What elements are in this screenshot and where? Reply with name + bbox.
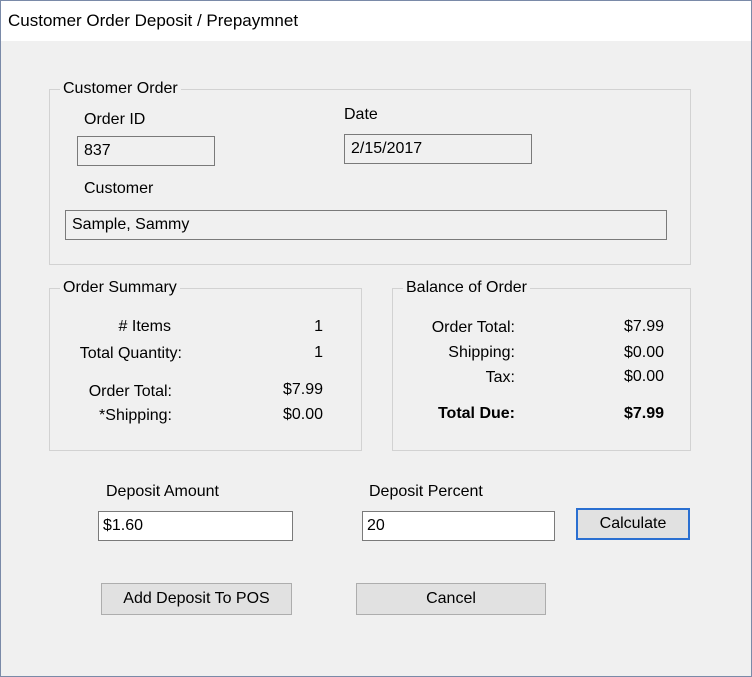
deposit-percent-input[interactable] <box>362 511 555 541</box>
customer-field[interactable]: Sample, Sammy <box>65 210 667 240</box>
order-summary-legend: Order Summary <box>60 278 180 298</box>
balance-order-total-value: $7.99 <box>623 318 664 335</box>
deposit-amount-input[interactable] <box>98 511 293 541</box>
window-title: Customer Order Deposit / Prepaymnet <box>8 11 299 30</box>
cancel-button[interactable]: Cancel <box>356 583 546 615</box>
balance-order-total-label: Order Total: <box>431 319 515 336</box>
dialog-window: Customer Order Deposit / Prepaymnet Cust… <box>0 0 752 677</box>
title-bar[interactable]: Customer Order Deposit / Prepaymnet <box>1 1 751 41</box>
total-quantity-label: Total Quantity: <box>79 345 182 362</box>
total-due-value: $7.99 <box>623 405 664 422</box>
summary-order-total-label: Order Total: <box>88 383 172 400</box>
total-quantity-value: 1 <box>314 344 323 361</box>
date-label: Date <box>344 106 378 123</box>
calculate-button[interactable]: Calculate <box>576 508 690 540</box>
summary-shipping-value: $0.00 <box>282 406 323 423</box>
balance-shipping-value: $0.00 <box>623 344 664 361</box>
order-id-label: Order ID <box>84 111 146 128</box>
balance-shipping-label: Shipping: <box>448 344 515 361</box>
deposit-percent-label: Deposit Percent <box>369 483 483 500</box>
items-value: 1 <box>314 318 323 335</box>
summary-order-total-value: $7.99 <box>282 381 323 398</box>
order-id-field[interactable]: 837 <box>77 136 215 166</box>
deposit-amount-label: Deposit Amount <box>106 483 219 500</box>
items-label: # Items <box>118 318 171 335</box>
customer-label: Customer <box>84 180 154 197</box>
order-summary-group: Order Summary <box>49 278 362 451</box>
add-deposit-to-pos-button[interactable]: Add Deposit To POS <box>101 583 292 615</box>
balance-tax-value: $0.00 <box>623 368 664 385</box>
date-field[interactable]: 2/15/2017 <box>344 134 532 164</box>
summary-shipping-label: *Shipping: <box>99 407 172 424</box>
customer-order-legend: Customer Order <box>60 79 181 99</box>
total-due-label: Total Due: <box>437 405 515 422</box>
balance-of-order-legend: Balance of Order <box>403 278 530 298</box>
balance-tax-label: Tax: <box>485 369 515 386</box>
